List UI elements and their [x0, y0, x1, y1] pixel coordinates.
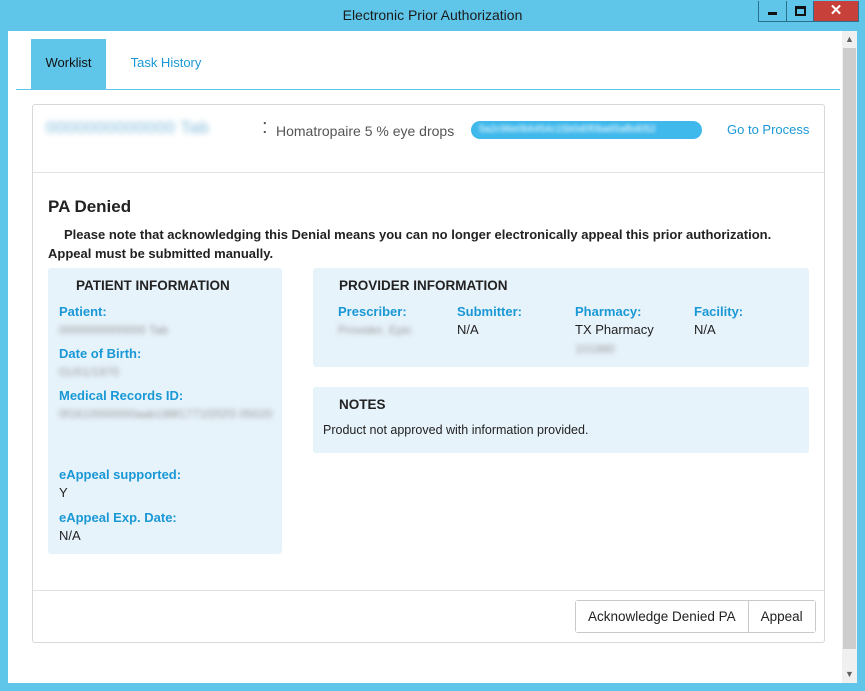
scroll-down-icon[interactable]: ▼ [842, 666, 857, 683]
provider-information-card: PROVIDER INFORMATION Prescriber: Provide… [313, 268, 809, 367]
pharmacy-value: TX Pharmacy [575, 322, 654, 337]
maximize-button[interactable] [786, 1, 813, 21]
tab-worklist[interactable]: Worklist [31, 39, 106, 89]
status-title: PA Denied [48, 197, 132, 216]
pharmacy-id-masked: 101880 [575, 342, 616, 356]
close-icon: ✕ [829, 2, 843, 19]
notes-card: NOTES Product not approved with informat… [313, 387, 809, 453]
eappeal-exp-date-value: N/A [59, 528, 81, 543]
facility-label: Facility: [694, 304, 744, 319]
notes-title: NOTES [339, 397, 386, 412]
submitter-value: N/A [457, 322, 479, 337]
patient-value-masked: 0000000000000 Tab [59, 323, 169, 337]
patient-information-title: PATIENT INFORMATION [76, 278, 230, 293]
patient-id-masked: 0000000000000 Tab [46, 118, 210, 137]
vertical-scrollbar[interactable]: ▲ ▼ [842, 31, 857, 683]
medical-records-label: Medical Records ID: [59, 388, 184, 403]
appeal-button[interactable]: Appeal [747, 601, 815, 632]
drug-name: Homatropaire 5 % eye drops [276, 123, 455, 139]
go-to-process-link[interactable]: Go to Process [727, 122, 809, 137]
header-separator: : [262, 116, 268, 138]
prescriber-label: Prescriber: [338, 304, 407, 319]
request-id-masked: 5a2c96e0b6454c15b0d0f0ba65afbd052 [479, 124, 656, 135]
minimize-button[interactable] [759, 1, 786, 21]
tab-task-history[interactable]: Task History [116, 39, 216, 89]
patient-label: Patient: [59, 304, 107, 319]
eappeal-exp-date-label: eAppeal Exp. Date: [59, 510, 177, 525]
denial-notice: Please note that acknowledging this Deni… [48, 227, 772, 261]
eappeal-supported-label: eAppeal supported: [59, 467, 182, 482]
scroll-up-icon[interactable]: ▲ [842, 31, 857, 48]
dob-label: Date of Birth: [59, 346, 142, 361]
close-button[interactable]: ✕ [813, 1, 858, 21]
request-header: 0000000000000 Tab : Homatropaire 5 % eye… [33, 105, 824, 173]
minimize-icon [768, 12, 777, 15]
notes-text: Product not approved with information pr… [323, 423, 589, 437]
title-bar[interactable]: Electronic Prior Authorization ✕ [0, 0, 865, 31]
scrollbar-thumb[interactable] [843, 48, 856, 649]
window-client-area: Worklist Task History 0000000000000 Tab … [8, 31, 857, 683]
request-id-badge: 5a2c96e0b6454c15b0d0f0ba65afbd052 [471, 121, 702, 139]
acknowledge-denied-pa-button[interactable]: Acknowledge Denied PA [576, 601, 748, 632]
window-controls: ✕ [758, 1, 859, 22]
medical-records-value-masked: 0f1610000000aab188f1771f2f2f3 05020 [59, 407, 273, 421]
maximize-icon [795, 6, 806, 16]
window-title: Electronic Prior Authorization [342, 7, 523, 23]
facility-value: N/A [694, 322, 716, 337]
action-button-group: Acknowledge Denied PA Appeal [575, 600, 816, 633]
provider-information-title: PROVIDER INFORMATION [339, 278, 508, 293]
eappeal-supported-value: Y [59, 485, 68, 500]
pharmacy-label: Pharmacy: [575, 304, 642, 319]
prescriber-value-masked: Provider, Epic [338, 323, 413, 337]
tab-bar: Worklist Task History [16, 39, 840, 90]
footer-divider [33, 590, 824, 591]
patient-information-card: PATIENT INFORMATION Patient: 00000000000… [48, 268, 282, 554]
prior-authorization-panel: 0000000000000 Tab : Homatropaire 5 % eye… [32, 104, 825, 643]
dob-value-masked: 01/01/1970 [59, 365, 120, 379]
submitter-label: Submitter: [457, 304, 522, 319]
